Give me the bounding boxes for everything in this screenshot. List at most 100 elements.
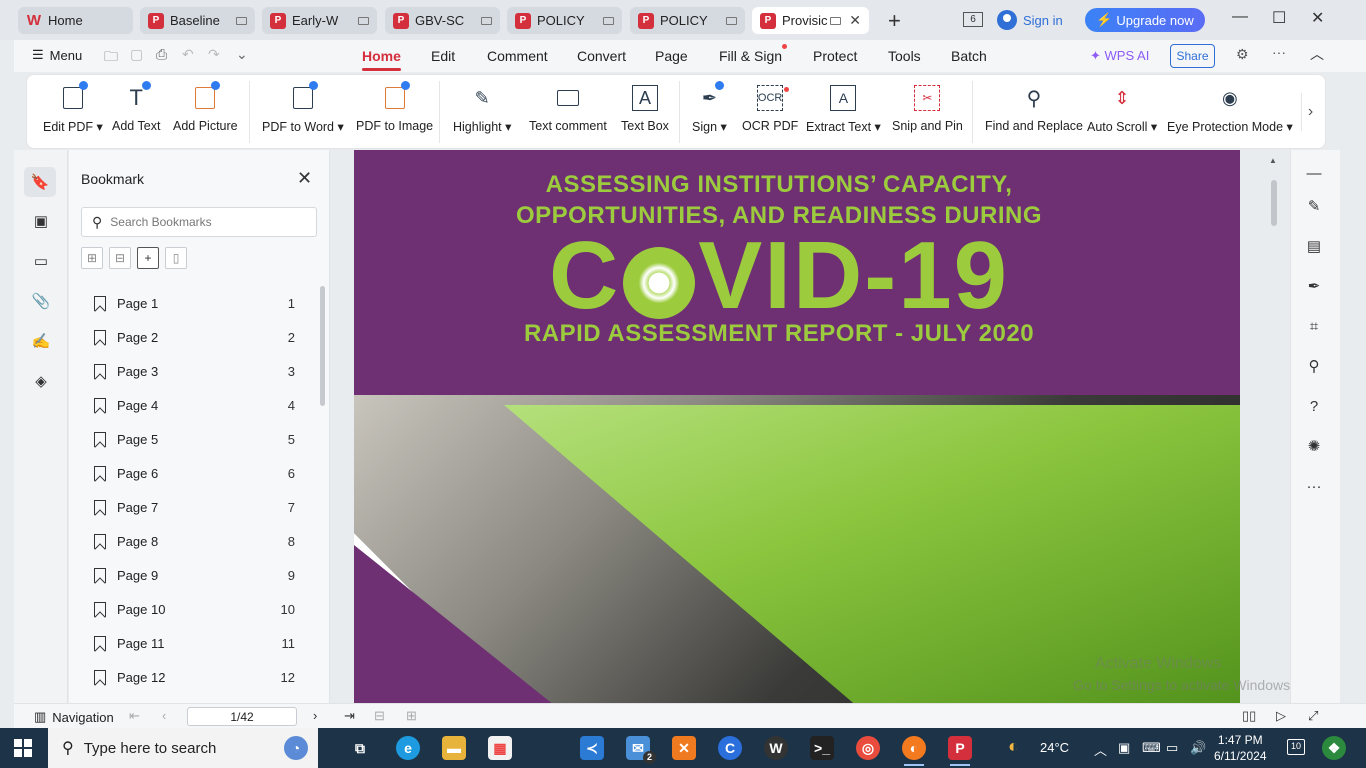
find-replace-button[interactable]: ⚲ Find and Replace [985,85,1083,134]
more-options-icon[interactable]: ··· [1304,476,1324,496]
reading-mode-icon[interactable]: ▯▯ [1242,708,1256,724]
wamp-icon[interactable]: W [764,736,788,760]
more-icon[interactable]: ··· [1272,44,1286,60]
taskbar-clock[interactable]: 1:47 PM 6/11/2024 [1214,732,1267,764]
help-icon[interactable]: ? [1304,396,1324,416]
file-explorer-icon[interactable]: ▬ [442,736,466,760]
next-view-icon[interactable]: ⊞ [406,708,417,724]
meet-now-icon[interactable]: ▣ [1118,740,1130,756]
first-page-icon[interactable]: ⇤ [129,708,140,724]
bookmark-item[interactable]: Page 4 4 [69,388,309,422]
pdf-to-image-button[interactable]: PDF to Image [356,81,433,133]
tab-page[interactable]: Page [655,48,688,64]
tab-convert[interactable]: Convert [577,48,626,64]
close-window-icon[interactable]: ✕ [1311,8,1324,28]
volume-icon[interactable]: 🔊 [1190,740,1206,756]
open-folder-icon[interactable]: 🗀 [104,46,118,70]
close-tab-icon[interactable]: ✕ [849,12,861,29]
pdf-to-word-button[interactable]: PDF to Word ▾ [262,81,344,134]
tab-fill-sign[interactable]: Fill & Sign [719,48,782,64]
auto-scroll-button[interactable]: ⇕ Auto Scroll ▾ [1087,85,1157,135]
text-box-button[interactable]: A Text Box [621,85,669,133]
edit-icon[interactable]: ✎ [1304,196,1324,216]
comment-icon[interactable]: ▭ [32,252,50,270]
snip-pin-button[interactable]: ✂ Snip and Pin [892,85,963,133]
document-viewport[interactable]: ASSESSING INSTITUTIONS’ CAPACITY, OPPORT… [331,150,1283,703]
document-icon[interactable]: ▤ [1304,236,1324,256]
tab-home-menu[interactable]: Home [362,48,401,71]
add-text-button[interactable]: T Add Text [112,81,160,133]
mail-icon[interactable]: ✉ 2 [626,736,656,764]
terminal-icon[interactable]: >_ [810,736,834,760]
taskbar-search-input[interactable] [83,739,284,757]
c-app-icon[interactable]: C [718,736,742,760]
store-icon[interactable]: ▦ [488,736,512,760]
tab-comment[interactable]: Comment [487,48,548,64]
menu-button[interactable]: ☰ Menu [32,47,82,63]
bookmark-item[interactable]: Page 8 8 [69,524,309,558]
scroll-up-icon[interactable]: ▲ [1269,156,1277,165]
next-page-icon[interactable]: › [313,708,317,723]
bookmark-item[interactable]: Page 11 11 [69,626,309,660]
taskbar-search[interactable]: ⚲ [48,728,318,768]
scroll-thumb[interactable] [1271,180,1277,226]
bookmark-item[interactable]: Page 3 3 [69,354,309,388]
sign-in-button[interactable]: Sign in [997,10,1063,30]
extract-text-button[interactable]: A Extract Text ▾ [806,85,881,134]
tab-baseline[interactable]: P Baseline [140,7,255,34]
edge-icon[interactable]: e [396,736,420,760]
navigation-button[interactable]: ▥ Navigation [34,709,114,725]
collapse-all-icon[interactable]: ⊟ [109,247,131,269]
pen-icon[interactable]: ✒ [1304,276,1324,296]
network-icon[interactable]: ▭ [1166,740,1178,756]
settings-icon[interactable]: ⚙ [1236,46,1249,63]
document-scrollbar[interactable]: ▲ [1269,156,1279,700]
collapse-ribbon-icon[interactable]: ︿ [1310,44,1324,64]
add-picture-button[interactable]: Add Picture [173,81,238,133]
bookmark-item[interactable]: Page 1 1 [69,286,309,320]
last-page-icon[interactable]: ⇥ [344,708,355,724]
eye-protection-button[interactable]: ◉ Eye Protection Mode ▾ [1167,85,1293,135]
tab-tools[interactable]: Tools [888,48,921,64]
print-icon[interactable]: ⎙ [156,46,167,63]
sign-button[interactable]: ✒ Sign ▾ [692,81,727,134]
redo-icon[interactable]: ↷ [208,46,220,63]
weather-icon[interactable]: ◐ [1008,736,1019,757]
tab-early-w[interactable]: P Early-W [262,7,377,34]
fullscreen-icon[interactable]: ⤢ [1308,708,1318,724]
new-tab-button[interactable]: + [888,8,901,34]
highlight-button[interactable]: ✎ Highlight ▾ [453,85,511,135]
vscode-icon[interactable]: ≺ [580,736,604,760]
chevron-right-icon[interactable]: › [1301,93,1319,131]
undo-icon[interactable]: ↶ [182,46,194,63]
chevron-down-icon[interactable]: ⌄ [236,46,248,63]
bookmark-item[interactable]: Page 2 2 [69,320,309,354]
show-hidden-icons[interactable]: ︿ [1094,740,1107,759]
tab-home[interactable]: W Home [18,7,133,34]
ai-assistant-icon[interactable]: ✺ [1304,436,1324,456]
crop-icon[interactable]: ⌗ [1304,316,1324,336]
search-bookmarks-input[interactable] [110,215,301,229]
attachment-icon[interactable]: 📎 [32,292,51,310]
tab-batch[interactable]: Batch [951,48,987,64]
minimize-panel-icon[interactable]: — [1304,163,1324,183]
task-view-icon[interactable]: ⧉ [348,736,372,760]
windows-start-icon[interactable] [14,739,32,757]
chrome-icon[interactable]: ◎ [856,736,880,760]
close-icon[interactable]: ✕ [297,168,312,189]
colorful-app-icon[interactable]: ❖ [1322,736,1346,760]
wps-pdf-icon[interactable]: P [948,736,972,766]
play-icon[interactable]: ▷ [1276,708,1286,724]
ocr-pdf-button[interactable]: OCR OCR PDF [742,85,798,133]
bookmark-item[interactable]: Page 9 9 [69,558,309,592]
upgrade-button[interactable]: ⚡ Upgrade now [1085,8,1205,32]
previous-view-icon[interactable]: ⊟ [374,708,385,724]
bookmark-item[interactable]: Page 5 5 [69,422,309,456]
maximize-icon[interactable]: ☐ [1272,8,1286,28]
minimize-icon[interactable]: — [1232,8,1248,26]
bookmark-item[interactable]: Page 12 12 [69,660,309,694]
delete-bookmark-icon[interactable]: ▯ [165,247,187,269]
bookmark-icon[interactable]: 🔖 [24,167,56,197]
firefox-icon[interactable]: ◐ [902,736,926,766]
tab-provisic[interactable]: P Provisic ✕ [752,7,869,34]
